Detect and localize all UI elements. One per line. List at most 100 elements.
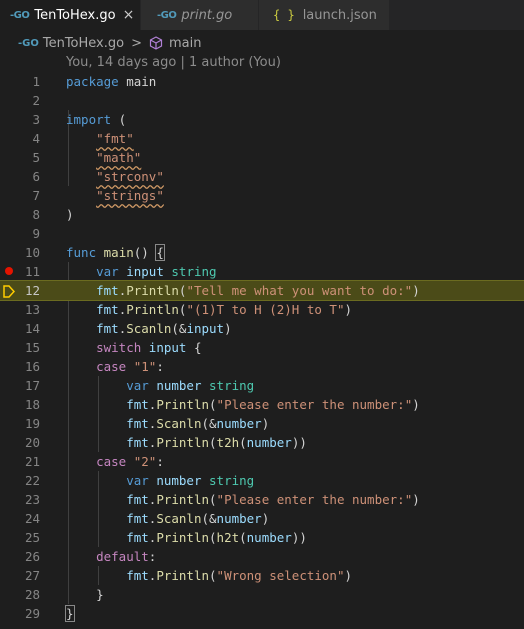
code-line[interactable]: 12 fmt.Println("Tell me what you want to… — [0, 280, 524, 301]
code-text: switch input { — [66, 338, 201, 357]
code-line[interactable]: 8) — [0, 205, 524, 224]
code-token: ( — [209, 530, 217, 545]
close-icon[interactable]: × — [123, 7, 135, 23]
code-token: h2t — [216, 530, 240, 545]
code-token: Scanln — [156, 416, 202, 431]
code-token: ) — [344, 302, 353, 317]
tab-print-go[interactable]: -GO print.go — [141, 0, 259, 30]
breakpoint-icon[interactable] — [5, 267, 13, 275]
code-line[interactable]: 29} — [0, 604, 524, 623]
code-line[interactable]: 17 var number string — [0, 376, 524, 395]
line-number: 21 — [24, 454, 40, 469]
line-number: 9 — [32, 226, 40, 241]
code-line[interactable]: 6 "strconv" — [0, 167, 524, 186]
line-number: 10 — [24, 245, 40, 260]
line-number: 7 — [32, 188, 40, 203]
code-line[interactable]: 18 fmt.Println("Please enter the number:… — [0, 395, 524, 414]
code-line[interactable]: 28 } — [0, 585, 524, 604]
code-text: ) — [66, 205, 74, 224]
code-token: fmt — [96, 302, 119, 317]
line-number: 16 — [24, 359, 40, 374]
codelens-blame[interactable]: You, 14 days ago | 1 author (You) — [66, 53, 281, 72]
code-token: "2" — [133, 454, 157, 469]
code-token: main — [103, 245, 134, 260]
code-token: main — [118, 74, 157, 89]
code-token: number — [156, 378, 202, 393]
tab-tentohex-go[interactable]: -GO TenToHex.go × — [0, 0, 141, 30]
code-text: case "1": — [66, 357, 164, 376]
code-line[interactable]: 11 var input string — [0, 262, 524, 281]
code-token: ( — [239, 530, 247, 545]
code-line[interactable]: 25 fmt.Println(h2t(number)) — [0, 528, 524, 547]
code-token: input — [126, 264, 164, 279]
code-line[interactable]: 20 fmt.Println(t2h(number)) — [0, 433, 524, 452]
code-line[interactable]: 9 — [0, 224, 524, 243]
code-token: : — [156, 359, 164, 374]
json-file-icon: { } — [273, 8, 295, 22]
breadcrumb-symbol[interactable]: main — [169, 36, 201, 51]
code-line[interactable]: 14 fmt.Scanln(&input) — [0, 319, 524, 338]
code-line[interactable]: 10 func main() { — [0, 243, 524, 262]
code-line[interactable]: 5 "math" — [0, 148, 524, 167]
line-number: 26 — [24, 549, 40, 564]
code-line[interactable]: 16 case "1": — [0, 357, 524, 376]
code-line[interactable]: 3 import ( — [0, 110, 524, 129]
code-token: ) — [412, 492, 420, 507]
code-text: "strings" — [66, 186, 164, 205]
code-token: () — [133, 245, 157, 260]
code-token: )) — [291, 530, 307, 545]
code-token: number — [246, 435, 292, 450]
code-line[interactable]: 7 "strings" — [0, 186, 524, 205]
code-token: func — [66, 245, 97, 260]
code-line[interactable]: 1 package main — [0, 72, 524, 91]
go-file-icon: -GO — [10, 9, 30, 21]
code-token: "math" — [96, 150, 142, 165]
code-token: fmt — [126, 416, 149, 431]
code-token: (& — [201, 511, 217, 526]
code-line[interactable]: 24 fmt.Scanln(&number) — [0, 509, 524, 528]
code-line[interactable]: 13 fmt.Println("(1)T to H (2)H to T") — [0, 300, 524, 319]
code-line[interactable]: 19 fmt.Scanln(&number) — [0, 414, 524, 433]
code-line[interactable]: 27 fmt.Println("Wrong selection") — [0, 566, 524, 585]
code-token: var — [126, 378, 149, 393]
code-token: "strconv" — [96, 169, 164, 184]
code-text: import ( — [66, 110, 126, 129]
code-line[interactable]: 23 fmt.Println("Please enter the number:… — [0, 490, 524, 509]
code-line[interactable]: 4 "fmt" — [0, 129, 524, 148]
code-line[interactable]: 2 — [0, 91, 524, 110]
line-number: 4 — [32, 131, 40, 146]
code-line[interactable]: 22 var number string — [0, 471, 524, 490]
code-token: ) — [224, 321, 232, 336]
code-editor[interactable]: 1 package main 2 3 import (4 "fmt" 5 "math" 6 … — [0, 72, 524, 623]
line-number: 29 — [24, 606, 40, 621]
code-line[interactable]: 26 default: — [0, 547, 524, 566]
line-number: 17 — [24, 378, 40, 393]
code-token: number — [246, 530, 292, 545]
code-token: fmt — [126, 568, 149, 583]
code-token: fmt — [126, 511, 149, 526]
code-text: "math" — [66, 148, 141, 167]
tab-label: TenToHex.go — [34, 7, 116, 23]
code-text: fmt.Println(h2t(number)) — [66, 528, 307, 547]
code-text: "fmt" — [66, 129, 134, 148]
editor-tab-bar: -GO TenToHex.go × -GO print.go { } launc… — [0, 0, 524, 30]
code-line[interactable]: 15 switch input { — [0, 338, 524, 357]
breadcrumb-file[interactable]: TenToHex.go — [43, 36, 124, 51]
code-token: string — [209, 473, 255, 488]
tab-launch-json[interactable]: { } launch.json — [259, 0, 390, 30]
line-number: 27 — [24, 568, 40, 583]
code-token: number — [216, 416, 262, 431]
code-line[interactable]: 21 case "2": — [0, 452, 524, 471]
code-token: ( — [209, 397, 217, 412]
